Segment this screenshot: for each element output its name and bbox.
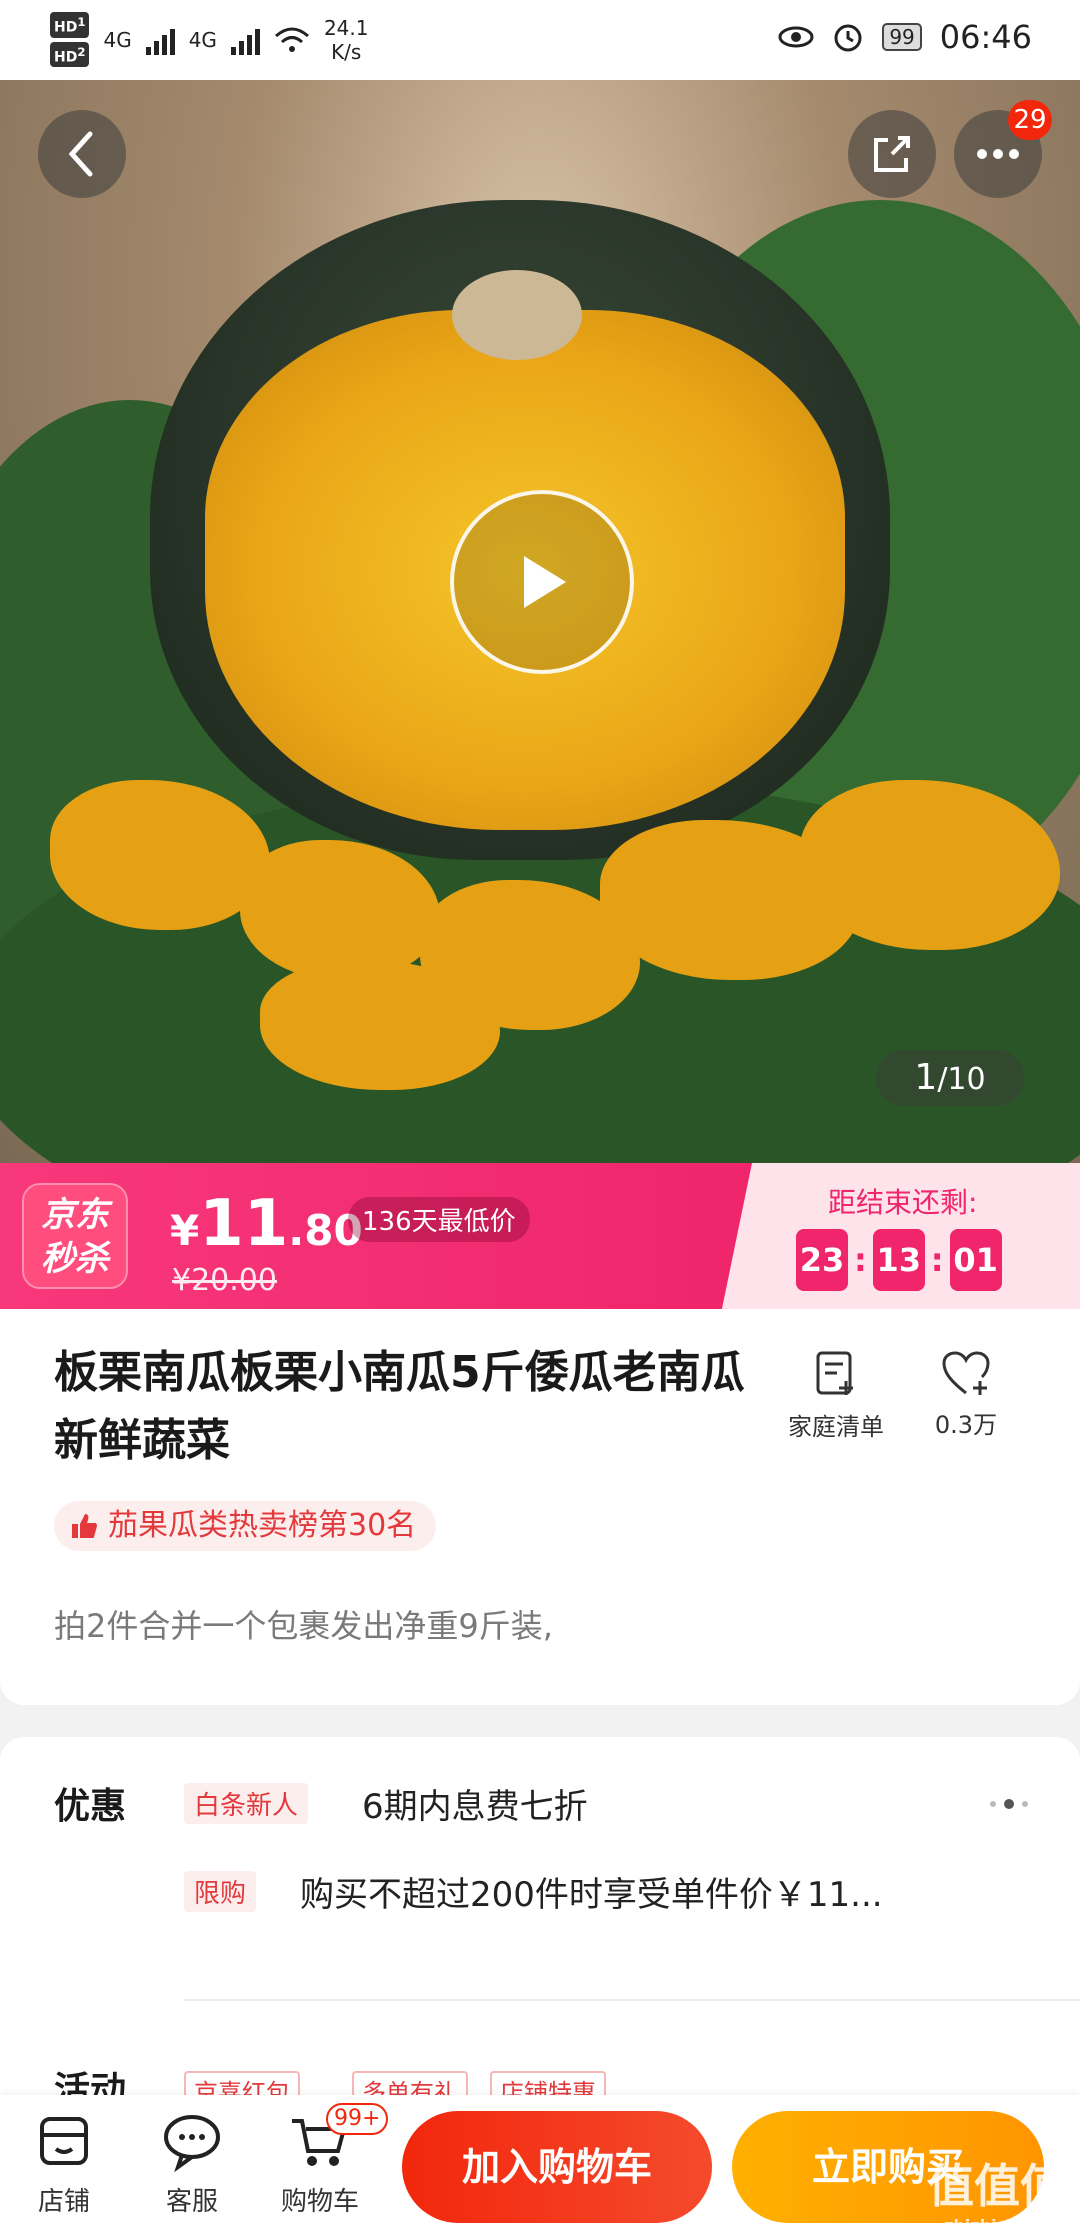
customer-service-button[interactable]: 客服 — [132, 2109, 252, 2218]
favorites-count: 0.3万 — [934, 1411, 998, 1439]
baitiao-offer-text[interactable]: 6期内息费七折 — [362, 1779, 588, 1828]
list-add-icon — [816, 1351, 853, 1395]
play-video-button[interactable] — [450, 490, 634, 674]
bottom-action-bar: 店铺 客服 99+ 购物车 加入购物车 立即购买 — [0, 2095, 1080, 2240]
baitiao-newuser-tag: 白条新人 — [184, 1783, 309, 1824]
back-button[interactable] — [38, 110, 126, 198]
chat-icon — [164, 2115, 220, 2173]
message-count-badge: 29 — [1008, 100, 1052, 140]
purchase-limit-tag: 限购 — [184, 1871, 257, 1912]
sim2-label: HD2 — [50, 41, 90, 68]
offers-pager-dots — [990, 1799, 1028, 1809]
clock: 06:46 — [939, 18, 1032, 56]
store-label: 店铺 — [37, 2187, 90, 2217]
family-list-label: 家庭清单 — [788, 1413, 884, 1441]
sale-price: ¥11.80 — [170, 1187, 363, 1261]
sim-indicators: HD1 HD2 — [50, 12, 90, 68]
add-to-cart-button[interactable]: 加入购物车 — [402, 2111, 712, 2223]
more-dots-icon — [977, 149, 1019, 159]
store-icon — [40, 2117, 88, 2165]
countdown-minutes: 13 — [872, 1229, 925, 1291]
status-bar: HD1 HD2 4G 4G 24.1 K/s 99 06:46 — [0, 0, 1080, 80]
signal-icon — [145, 25, 175, 55]
heart-icon — [942, 1351, 990, 1395]
eye-icon — [778, 26, 814, 48]
battery-indicator: 99 — [882, 23, 922, 51]
lowest-price-tag: 136天最低价 — [348, 1197, 530, 1242]
offers-label: 优惠 — [54, 1786, 127, 1827]
watermark-logo: 值值值 zhizhizhi.com — [928, 2159, 1066, 2235]
service-label: 客服 — [165, 2187, 218, 2217]
more-button[interactable]: 29 — [954, 100, 1052, 198]
ranking-text: 茄果瓜类热卖榜第30名 — [108, 1508, 417, 1543]
share-icon — [874, 136, 910, 172]
network-type-1: 4G — [103, 27, 132, 52]
play-icon — [524, 556, 566, 608]
thumbs-up-icon — [72, 1514, 97, 1538]
store-button[interactable]: 店铺 — [4, 2109, 124, 2218]
image-counter: 1/10 — [876, 1050, 1024, 1106]
countdown-timer: 23 : 13 : 01 — [796, 1229, 1002, 1291]
original-price: ¥20.00 — [172, 1263, 277, 1298]
signal-icon-2 — [230, 25, 260, 55]
purchase-limit-text[interactable]: 购买不超过200件时享受单件价￥11... — [300, 1867, 883, 1916]
product-info-card: 板栗南瓜板栗小南瓜5斤倭瓜老南瓜新鲜蔬菜 家庭清单 0.3万 茄果瓜类热卖榜第3… — [0, 1309, 1080, 1705]
favorite-button[interactable]: 0.3万 — [906, 1349, 1026, 1440]
ranking-badge[interactable]: 茄果瓜类热卖榜第30名 — [54, 1501, 437, 1551]
cart-count-badge: 99+ — [326, 2103, 389, 2135]
countdown-label: 距结束还剩: — [828, 1186, 978, 1219]
network-type-2: 4G — [188, 27, 217, 52]
network-speed: 24.1 K/s — [323, 15, 369, 64]
product-image-carousel[interactable]: 29 1/10 — [0, 80, 1080, 1163]
flash-sale-banner: 京东 秒杀 ¥11.80 136天最低价 ¥20.00 距结束还剩: 23 : … — [0, 1163, 1080, 1309]
family-list-button[interactable]: 家庭清单 — [776, 1349, 896, 1442]
alarm-icon — [834, 24, 862, 52]
product-description: 拍2件合并一个包裹发出净重9斤装, — [54, 1607, 553, 1645]
divider — [184, 1999, 1080, 2001]
sim1-label: HD1 — [50, 12, 90, 38]
share-button[interactable] — [848, 110, 936, 198]
product-title: 板栗南瓜板栗小南瓜5斤倭瓜老南瓜新鲜蔬菜 — [54, 1347, 745, 1466]
cart-button[interactable]: 99+ 购物车 — [260, 2103, 389, 2218]
countdown-seconds: 01 — [949, 1229, 1002, 1291]
cart-label: 购物车 — [280, 2187, 359, 2217]
countdown-hours: 23 — [796, 1229, 848, 1291]
wifi-icon — [274, 27, 309, 52]
jd-seckill-logo: 京东 秒杀 — [22, 1183, 128, 1289]
chevron-left-icon — [68, 131, 93, 177]
